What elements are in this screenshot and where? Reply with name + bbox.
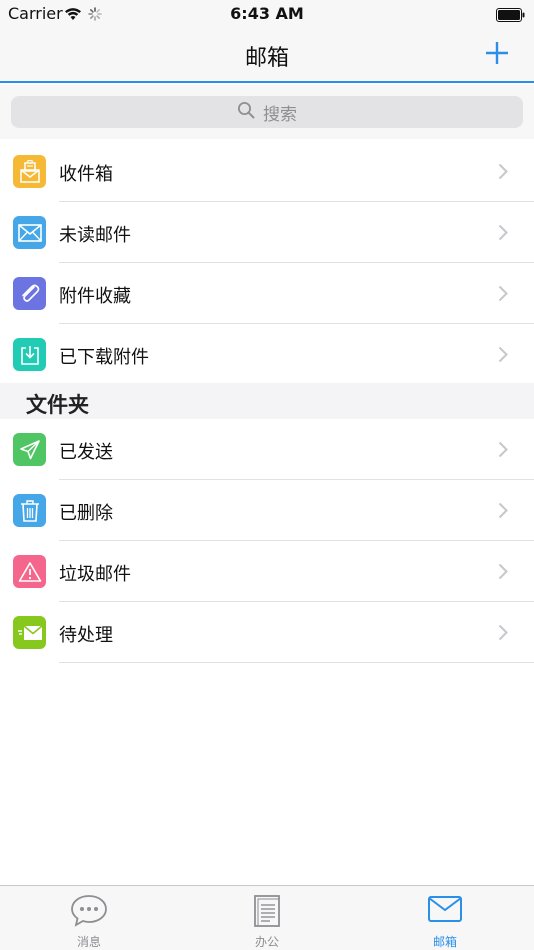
envelope-icon bbox=[13, 216, 46, 249]
folder-item-label: 垃圾邮件 bbox=[59, 564, 131, 585]
tab-label: 消息 bbox=[76, 935, 101, 949]
document-icon bbox=[178, 894, 356, 932]
mailbox-item-unread[interactable]: 未读邮件 bbox=[0, 202, 534, 263]
row-divider bbox=[59, 662, 534, 663]
mailbox-list: 收件箱 未读邮件 附件收藏 已下载附件 bbox=[0, 141, 534, 385]
warning-icon bbox=[13, 555, 46, 588]
tab-label: 办公 bbox=[254, 935, 279, 949]
folder-item-spam[interactable]: 垃圾邮件 bbox=[0, 541, 534, 602]
chevron-right-icon bbox=[498, 624, 508, 645]
pending-mail-icon bbox=[13, 616, 46, 649]
mailbox-item-label: 收件箱 bbox=[59, 164, 113, 185]
section-header-folders: 文件夹 bbox=[0, 383, 534, 419]
mailbox-item-downloaded[interactable]: 已下载附件 bbox=[0, 324, 534, 385]
folder-item-pending[interactable]: 待处理 bbox=[0, 602, 534, 663]
paper-plane-icon bbox=[13, 433, 46, 466]
trash-icon bbox=[13, 494, 46, 527]
tab-office[interactable]: 办公 bbox=[178, 886, 356, 950]
folder-list: 已发送 已删除 垃圾邮件 待处理 bbox=[0, 419, 534, 663]
mailbox-item-label: 已下载附件 bbox=[59, 347, 149, 368]
chevron-right-icon bbox=[498, 346, 508, 367]
tab-mailbox[interactable]: 邮箱 bbox=[356, 886, 534, 950]
page-title: 邮箱 bbox=[244, 46, 289, 71]
tab-label: 邮箱 bbox=[432, 935, 457, 949]
download-icon bbox=[13, 338, 46, 371]
search-input[interactable]: 搜索 bbox=[11, 96, 523, 128]
chevron-right-icon bbox=[498, 285, 508, 306]
folder-item-deleted[interactable]: 已删除 bbox=[0, 480, 534, 541]
tab-messages[interactable]: 消息 bbox=[0, 886, 178, 950]
mailbox-item-label: 未读邮件 bbox=[59, 225, 131, 246]
chevron-right-icon bbox=[498, 441, 508, 462]
mail-icon bbox=[356, 894, 534, 928]
chevron-right-icon bbox=[498, 224, 508, 245]
chevron-right-icon bbox=[498, 502, 508, 523]
inbox-icon bbox=[13, 155, 46, 188]
chevron-right-icon bbox=[498, 563, 508, 584]
section-title: 文件夹 bbox=[26, 393, 89, 417]
folder-item-label: 待处理 bbox=[59, 625, 113, 646]
folder-item-label: 已删除 bbox=[59, 503, 113, 524]
search-area: 搜索 bbox=[0, 85, 534, 139]
search-icon bbox=[237, 101, 255, 123]
mailbox-item-label: 附件收藏 bbox=[59, 286, 131, 307]
tab-bar: 消息 办公 邮箱 bbox=[0, 885, 534, 950]
search-placeholder: 搜索 bbox=[263, 104, 297, 125]
folder-item-sent[interactable]: 已发送 bbox=[0, 419, 534, 480]
paperclip-icon bbox=[13, 277, 46, 310]
chat-bubble-icon bbox=[0, 894, 178, 932]
mailbox-item-attachments[interactable]: 附件收藏 bbox=[0, 263, 534, 324]
plus-icon bbox=[486, 42, 508, 64]
folder-item-label: 已发送 bbox=[59, 442, 113, 463]
chevron-right-icon bbox=[498, 163, 508, 184]
status-time: 6:43 AM bbox=[230, 4, 304, 23]
navigation-bar: 邮箱 bbox=[0, 28, 534, 83]
status-bar: Carrier 6:43 AM bbox=[0, 0, 534, 28]
mailbox-item-inbox[interactable]: 收件箱 bbox=[0, 141, 534, 202]
add-button[interactable] bbox=[484, 40, 510, 66]
battery-icon bbox=[496, 7, 526, 26]
